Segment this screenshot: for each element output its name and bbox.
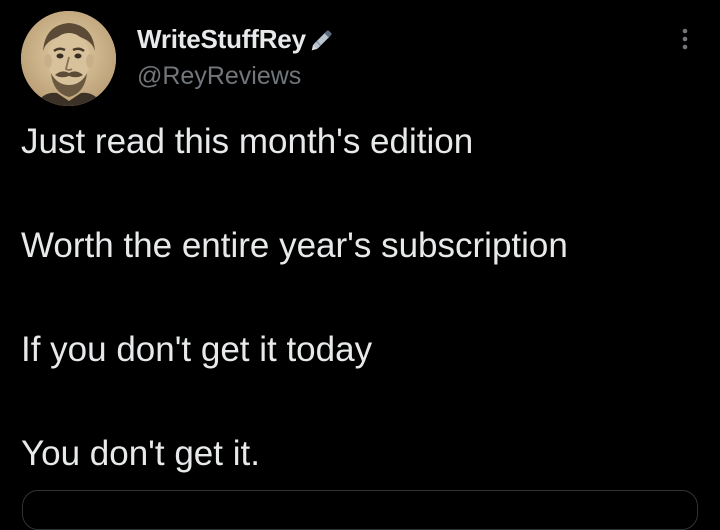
- author-handle[interactable]: @ReyReviews: [137, 62, 301, 91]
- tweet-text-line: You don't get it.: [21, 434, 260, 473]
- avatar-portrait-icon: [21, 11, 116, 106]
- author-name-row: WriteStuffRey: [137, 22, 338, 56]
- attached-media-card[interactable]: [22, 490, 698, 530]
- pen-icon: [308, 24, 338, 54]
- avatar[interactable]: [21, 11, 116, 106]
- tweet[interactable]: WriteStuffRey @ReyReviews Just read this…: [0, 0, 720, 530]
- tweet-text: Just read this month's edition Worth the…: [21, 116, 701, 480]
- tweet-text-line: Just read this month's edition: [21, 122, 474, 161]
- tweet-text-line: Worth the entire year's subscription: [21, 226, 568, 265]
- display-name[interactable]: WriteStuffRey: [137, 24, 306, 55]
- more-vertical-icon: [682, 28, 688, 50]
- tweet-text-line: If you don't get it today: [21, 330, 373, 369]
- more-options-button[interactable]: [670, 22, 700, 56]
